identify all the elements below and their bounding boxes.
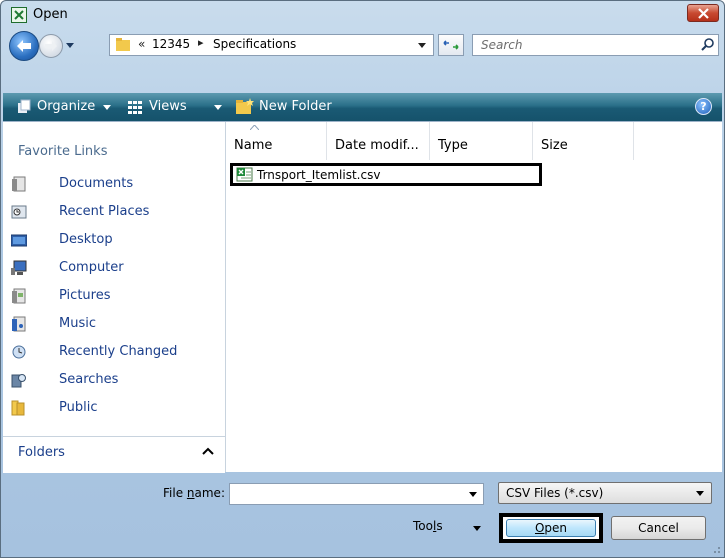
chevron-down-icon[interactable]: [214, 105, 222, 110]
sidebar-item-recent-places[interactable]: Recent Places: [11, 200, 216, 224]
public-folder-icon: [11, 400, 25, 416]
column-header-name[interactable]: Name: [226, 122, 327, 160]
navigation-pane: Favorite Links Documents Recent Places D…: [3, 122, 226, 473]
sidebar-item-label: Music: [59, 316, 96, 331]
pictures-icon: [12, 288, 26, 304]
chevron-down-icon[interactable]: [103, 105, 111, 110]
history-dropdown-icon[interactable]: [65, 42, 75, 50]
file-name: Trnsport_Itemlist.csv: [257, 168, 381, 182]
arrow-left-icon: [17, 40, 31, 52]
sidebar-item-label: Desktop: [59, 232, 113, 247]
file-name-label: File name:: [163, 486, 225, 500]
sidebar-item-label: Searches: [59, 372, 119, 387]
breadcrumb-overflow[interactable]: «: [138, 37, 145, 51]
sidebar-item-public[interactable]: Public: [11, 396, 216, 420]
column-header-date-modified[interactable]: Date modif...: [327, 122, 430, 160]
open-dialog: Open « 12345 ▸ Specifications Search Org…: [0, 0, 725, 558]
sidebar-item-label: Computer: [59, 260, 124, 275]
resize-grip-icon[interactable]: [711, 544, 721, 554]
address-row: « 12345 ▸ Specifications Search: [1, 29, 724, 63]
recently-changed-icon: [12, 345, 26, 359]
sidebar-item-computer[interactable]: Computer: [11, 256, 216, 280]
sidebar-item-label: Public: [59, 400, 98, 415]
breadcrumb-specifications[interactable]: Specifications: [213, 37, 296, 51]
documents-icon: [12, 176, 26, 192]
views-menu[interactable]: Views: [149, 99, 187, 114]
folder-icon: [116, 38, 130, 51]
bottom-panel: File name: CSV Files (*.csv) Tools Open …: [1, 471, 724, 557]
command-bar: Organize Views New Folder ?: [3, 93, 722, 121]
chevron-down-icon[interactable]: [473, 526, 481, 531]
music-icon: [12, 316, 26, 332]
chevron-down-icon[interactable]: [469, 492, 477, 497]
organize-icon: [18, 99, 31, 113]
forward-button[interactable]: [39, 34, 63, 58]
sidebar-item-label: Documents: [59, 176, 134, 191]
sidebar-item-desktop[interactable]: Desktop: [11, 228, 216, 252]
cancel-button[interactable]: Cancel: [611, 516, 706, 540]
search-placeholder: Search: [481, 38, 523, 52]
sidebar-item-label: Pictures: [59, 288, 111, 303]
file-item-trnsport-itemlist[interactable]: Trnsport_Itemlist.csv: [230, 163, 542, 186]
address-bar[interactable]: « 12345 ▸ Specifications: [109, 34, 434, 56]
close-icon: [698, 8, 709, 19]
sidebar-item-label: Recently Changed: [59, 344, 178, 359]
column-header-size[interactable]: Size: [533, 122, 634, 160]
breadcrumb-12345[interactable]: 12345: [152, 37, 190, 51]
close-button[interactable]: [687, 4, 719, 22]
file-type-value: CSV Files (*.csv): [506, 486, 604, 500]
new-folder-button[interactable]: New Folder: [259, 99, 332, 114]
help-button[interactable]: ?: [695, 98, 712, 115]
window-title: Open: [33, 7, 68, 22]
sidebar-item-label: Recent Places: [59, 204, 150, 219]
searches-icon: [11, 374, 26, 388]
arrow-right-icon: [45, 41, 57, 51]
excel-icon: [11, 7, 27, 23]
file-type-select[interactable]: CSV Files (*.csv): [498, 482, 712, 504]
column-header-type[interactable]: Type: [430, 122, 533, 160]
sidebar-item-music[interactable]: Music: [11, 312, 216, 336]
file-name-field[interactable]: [229, 483, 484, 505]
views-icon: [128, 101, 142, 114]
sidebar-item-searches[interactable]: Searches: [11, 368, 216, 392]
title-bar[interactable]: Open: [1, 1, 724, 29]
content-area: Favorite Links Documents Recent Places D…: [3, 121, 722, 473]
breadcrumb-separator[interactable]: ▸: [198, 36, 204, 49]
folders-label: Folders: [18, 445, 65, 460]
chevron-down-icon: [696, 491, 704, 496]
refresh-button[interactable]: [438, 34, 464, 56]
file-list: Name Date modif... Type Size Trnsport_It…: [226, 122, 722, 472]
open-button[interactable]: Open: [499, 513, 603, 543]
computer-icon: [11, 260, 27, 275]
sidebar-item-recently-changed[interactable]: Recently Changed: [11, 340, 216, 364]
chevron-up-icon[interactable]: [202, 447, 214, 455]
sidebar-item-documents[interactable]: Documents: [11, 172, 216, 196]
search-icon[interactable]: [701, 38, 714, 52]
tools-menu[interactable]: Tools: [413, 519, 443, 533]
back-button[interactable]: [9, 31, 39, 61]
sidebar-item-pictures[interactable]: Pictures: [11, 284, 216, 308]
search-input[interactable]: Search: [472, 34, 719, 56]
csv-file-icon: [236, 167, 253, 182]
recent-places-icon: [11, 205, 27, 219]
organize-menu[interactable]: Organize: [37, 99, 95, 114]
sort-ascending-icon: [250, 125, 259, 130]
refresh-icon: [443, 40, 459, 50]
favorite-links-heading: Favorite Links: [18, 144, 108, 159]
desktop-icon: [11, 234, 27, 247]
folders-toggle[interactable]: Folders: [3, 436, 225, 473]
open-button-face[interactable]: Open: [506, 519, 596, 537]
new-folder-icon: [236, 98, 254, 114]
chevron-down-icon[interactable]: [418, 43, 426, 48]
